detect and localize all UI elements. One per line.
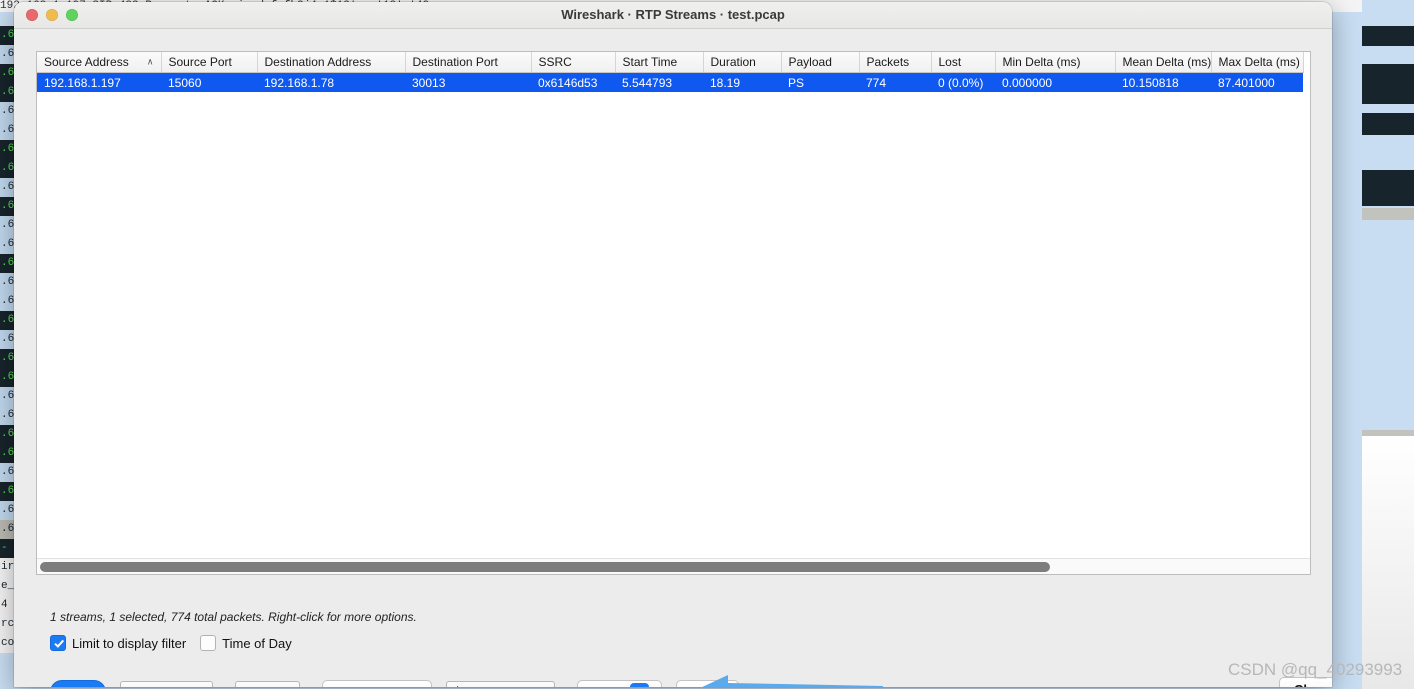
column-header-max-delta[interactable]: Max Delta (ms): [1211, 52, 1304, 73]
checkbox-checked-icon[interactable]: [50, 635, 66, 651]
cell-lost: 0 (0.0%): [931, 72, 995, 92]
analyze-menu[interactable]: Analyze ⌄: [235, 681, 301, 687]
status-text: 1 streams, 1 selected, 774 total packets…: [50, 610, 417, 624]
table-header-row: Source Address ∧ Source Port Destination…: [37, 52, 1304, 73]
column-header-packets[interactable]: Packets: [859, 52, 932, 73]
cell-duration: 18.19: [703, 72, 781, 92]
play-streams-label: Play Streams: [473, 685, 544, 687]
horizontal-scrollbar-thumb[interactable]: [40, 562, 1050, 572]
cell-payload: PS: [781, 72, 859, 92]
horizontal-scrollbar[interactable]: [37, 558, 1310, 574]
column-header-duration[interactable]: Duration: [703, 52, 782, 73]
cell-source-port: 15060: [161, 72, 257, 92]
cell-source-address: 192.168.1.197: [37, 72, 161, 92]
column-header-payload[interactable]: Payload: [781, 52, 860, 73]
cell-ssrc: 0x6146d53: [531, 72, 615, 92]
time-of-day-checkbox[interactable]: Time of Day: [200, 635, 292, 651]
sort-ascending-icon: ∧: [146, 56, 154, 67]
limit-to-display-filter-checkbox[interactable]: Limit to display filter: [50, 635, 186, 651]
chevron-down-icon[interactable]: ⌄: [629, 682, 649, 687]
window-title: Wireshark · RTP Streams · test.pcap: [561, 7, 785, 22]
find-reverse-menu[interactable]: Find Reverse ⌄: [120, 681, 214, 687]
dialog-body: Source Address ∧ Source Port Destination…: [14, 29, 1332, 687]
analyze-button[interactable]: Analyze: [235, 681, 301, 687]
checkbox-unchecked-icon[interactable]: [200, 635, 217, 651]
cell-destination-address: 192.168.1.78: [257, 72, 405, 92]
copy-label: Copy: [590, 685, 620, 688]
help-button[interactable]: Help: [50, 680, 106, 687]
column-header-label: Source Address: [44, 55, 129, 69]
find-reverse-button[interactable]: Find Reverse: [120, 681, 214, 687]
prepare-filter-button[interactable]: Prepare Filter: [322, 680, 432, 687]
annotation-arrow-icon: [702, 675, 883, 687]
play-streams-button[interactable]: Play Streams: [445, 681, 556, 687]
column-header-source-address[interactable]: Source Address ∧: [37, 52, 162, 73]
cell-packets: 774: [859, 72, 931, 92]
column-header-mean-delta[interactable]: Mean Delta (ms): [1115, 52, 1212, 73]
column-header-destination-address[interactable]: Destination Address: [257, 52, 406, 73]
cell-max-delta: 87.401000: [1211, 72, 1303, 92]
rtp-streams-table[interactable]: Source Address ∧ Source Port Destination…: [37, 52, 1304, 92]
rtp-streams-table-container[interactable]: Source Address ∧ Source Port Destination…: [36, 51, 1311, 575]
time-of-day-label: Time of Day: [222, 635, 292, 651]
play-streams-menu[interactable]: Play Streams ⌄: [445, 681, 556, 687]
column-header-start-time[interactable]: Start Time: [615, 52, 704, 73]
cell-start-time: 5.544793: [615, 72, 703, 92]
dialog-button-row: Help Find Reverse ⌄ Analyze ⌄ Prepare Fi…: [50, 679, 740, 688]
copy-button[interactable]: Copy ⌄: [577, 680, 662, 688]
cell-min-delta: 0.000000: [995, 72, 1115, 92]
column-header-min-delta[interactable]: Min Delta (ms): [995, 52, 1116, 73]
cell-mean-delta: 10.150818: [1115, 72, 1211, 92]
rtp-streams-dialog: Wireshark · RTP Streams · test.pcap Sour…: [14, 2, 1332, 687]
column-header-ssrc[interactable]: SSRC: [531, 52, 616, 73]
cell-destination-port: 30013: [405, 72, 531, 92]
watermark-text: CSDN @qq_40293993: [1228, 660, 1403, 679]
background-packet-list-right: [1362, 0, 1414, 689]
column-header-source-port[interactable]: Source Port: [161, 52, 258, 73]
column-header-destination-port[interactable]: Destination Port: [405, 52, 532, 73]
play-icon: [456, 686, 466, 687]
dialog-titlebar[interactable]: Wireshark · RTP Streams · test.pcap: [14, 2, 1332, 29]
limit-to-display-filter-label: Limit to display filter: [72, 635, 187, 651]
options-row: Limit to display filter Time of Day: [50, 635, 292, 651]
table-row[interactable]: 192.168.1.197 15060 192.168.1.78 30013 0…: [37, 72, 1303, 92]
column-header-lost[interactable]: Lost: [931, 52, 996, 73]
